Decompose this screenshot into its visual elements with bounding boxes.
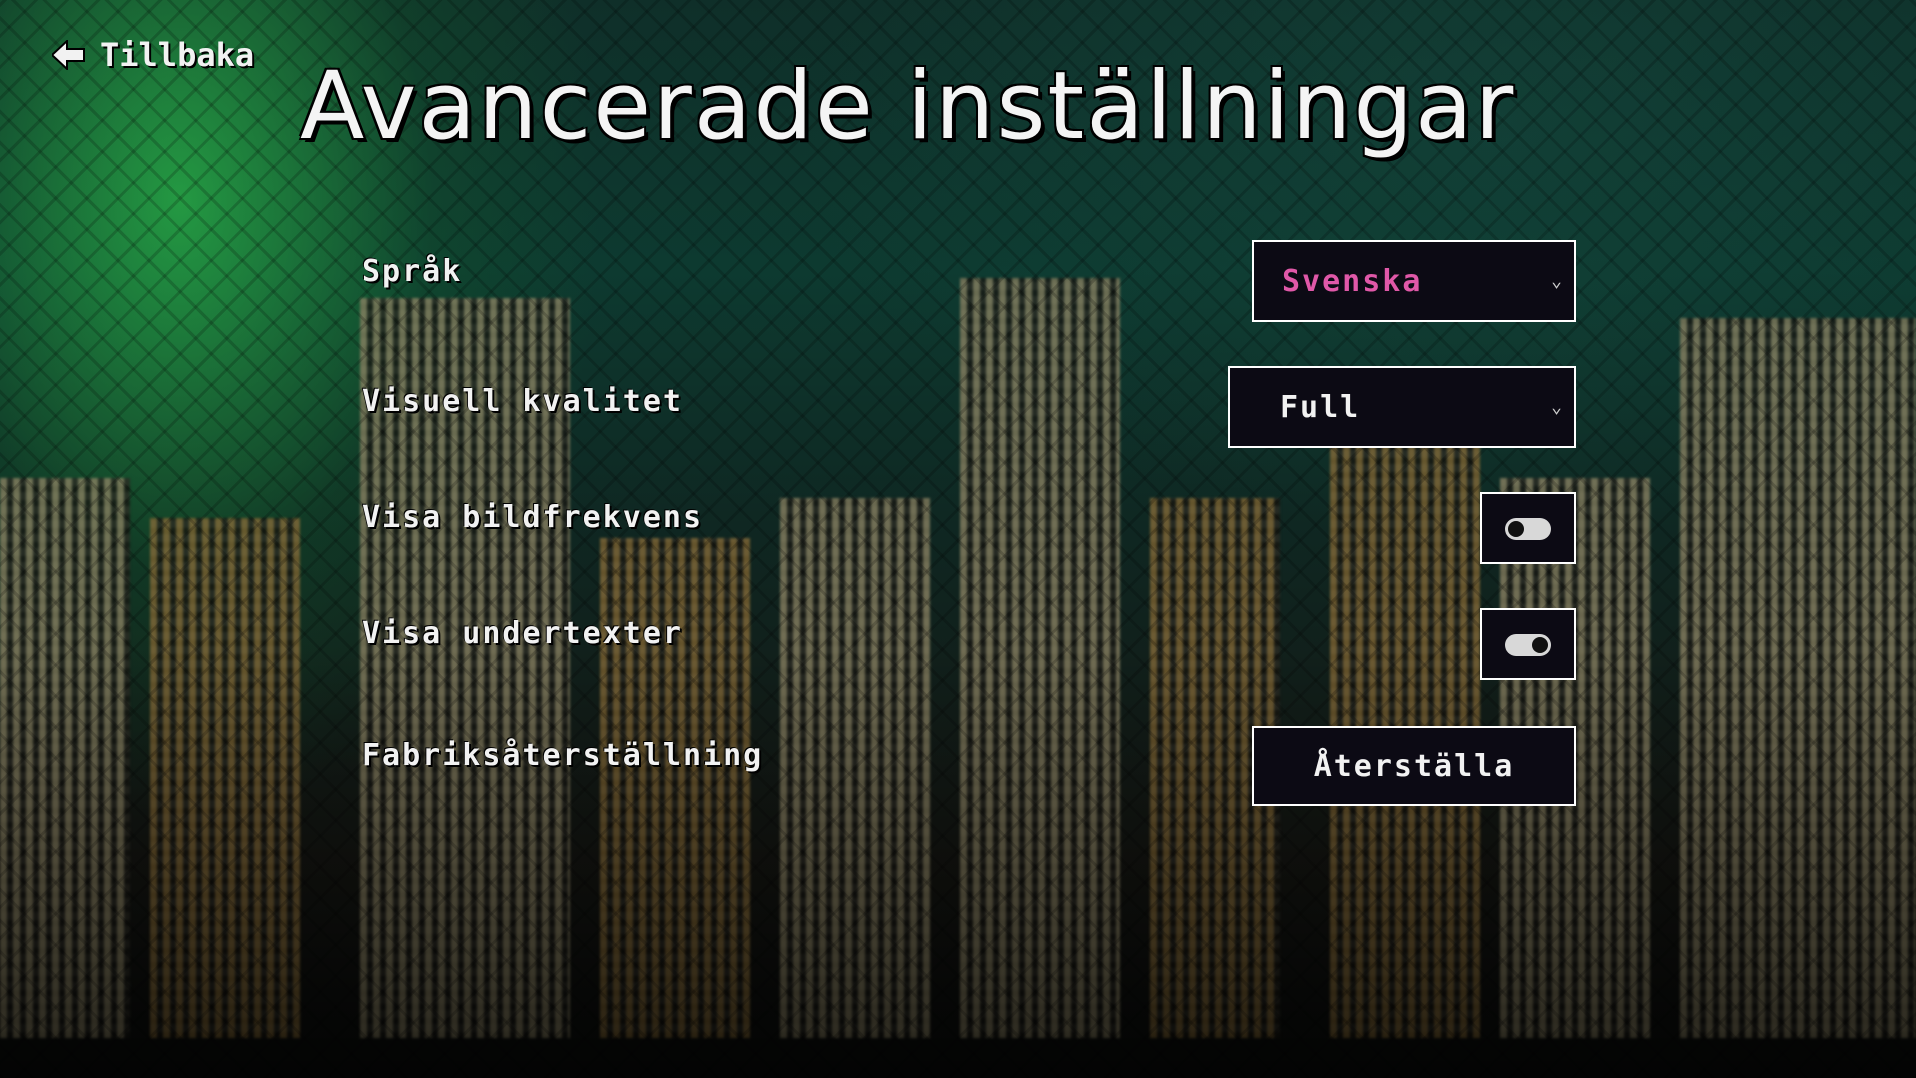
visual-quality-label: Visuell kvalitet [362,384,683,419]
vignette-overlay [0,0,1916,1078]
toggle-knob [1532,637,1548,653]
show-subtitles-label: Visa undertexter [362,616,683,651]
toggle-knob [1508,521,1524,537]
visual-quality-select-value: Full [1280,389,1361,425]
toggle-track [1505,634,1551,656]
chevron-down-icon: ⌄ [1551,270,1562,292]
chevron-down-icon: ⌄ [1551,396,1562,418]
arrow-left-icon [52,40,86,70]
show-framerate-label: Visa bildfrekvens [362,500,704,535]
back-label: Tillbaka [100,36,255,74]
language-select-value: Svenska [1282,263,1423,299]
visual-quality-select[interactable]: Full ⌄ [1228,366,1576,448]
toggle-track [1505,518,1551,540]
show-framerate-toggle[interactable] [1480,492,1576,564]
advanced-settings-screen: Tillbaka Avancerade inställningar Språk … [0,0,1916,1078]
language-select[interactable]: Svenska ⌄ [1252,240,1576,322]
factory-reset-label: Fabriksåterställning [362,738,764,773]
language-label: Språk [362,254,463,289]
show-subtitles-toggle[interactable] [1480,608,1576,680]
page-title: Avancerade inställningar [300,52,1516,161]
back-button[interactable]: Tillbaka [52,36,254,74]
reset-button[interactable]: Återställa [1252,726,1576,806]
